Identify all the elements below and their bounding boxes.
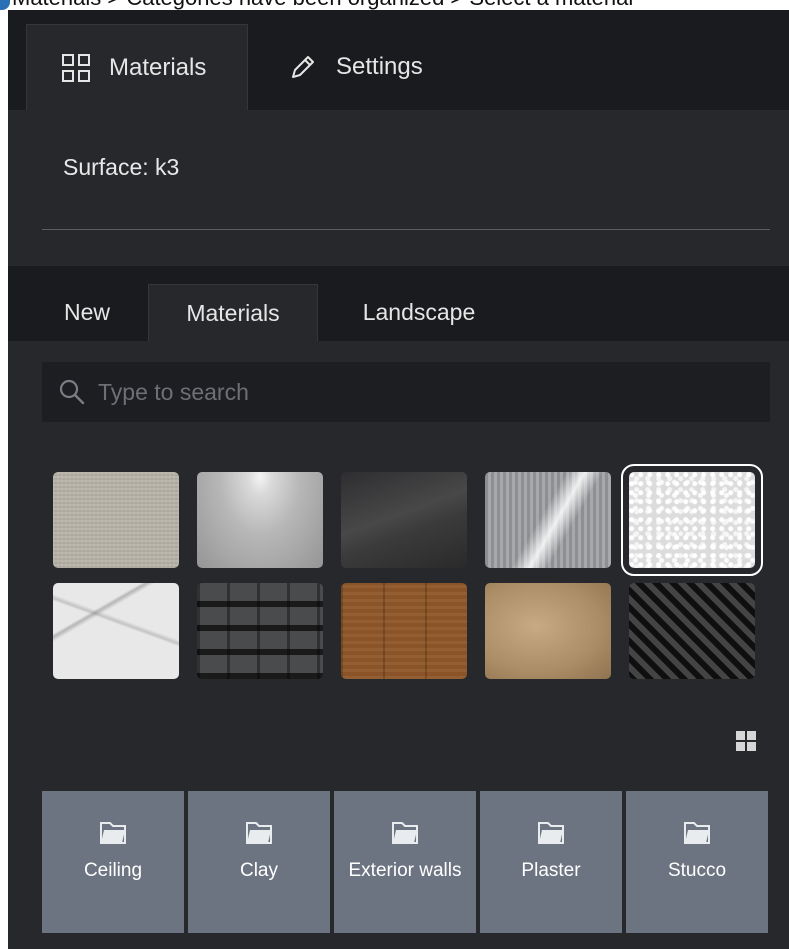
surface-label: Surface: k3 — [63, 154, 180, 180]
swatch-roof-tiles[interactable] — [197, 583, 323, 679]
swatch-white-stucco[interactable] — [621, 464, 763, 576]
folder-icon — [538, 822, 564, 844]
category-label: Ceiling — [83, 860, 143, 881]
folder-icon — [246, 822, 272, 844]
tab-materials-label: Materials — [109, 53, 207, 81]
search-box — [42, 362, 770, 422]
swatch-linen[interactable] — [53, 472, 179, 568]
search-input[interactable] — [98, 378, 738, 406]
materials-content: Ceiling Clay Exterior walls Plaster — [8, 341, 789, 949]
category-label: Clay — [239, 860, 278, 881]
category-label: Plaster — [521, 860, 581, 881]
category-label: Stucco — [667, 860, 727, 881]
swatch-dark-pattern[interactable] — [629, 583, 755, 679]
swatch-dark-gloss[interactable] — [341, 472, 467, 568]
category-ceiling[interactable]: Ceiling — [42, 791, 184, 933]
swatch-wood[interactable] — [341, 583, 467, 679]
pencil-icon — [286, 50, 320, 84]
surface-section: Surface: k3 — [8, 110, 789, 266]
grid-icon — [59, 51, 93, 85]
tab-settings[interactable]: Settings — [286, 24, 486, 110]
category-exterior-walls[interactable]: Exterior walls — [334, 791, 476, 933]
tab-new[interactable]: New — [42, 284, 132, 341]
main-tab-bar: Materials Settings — [8, 10, 789, 110]
folder-icon — [684, 822, 710, 844]
category-label: Exterior walls — [348, 860, 462, 881]
swatch-brushed-metal[interactable] — [485, 472, 611, 568]
divider — [42, 229, 770, 230]
swatch-tan-stone[interactable] — [485, 583, 611, 679]
tab-materials[interactable]: Materials — [26, 24, 248, 110]
swatch-matte-grey[interactable] — [197, 472, 323, 568]
grid-view-icon[interactable] — [734, 729, 758, 753]
window-title-strip: Materials > Categories have been organiz… — [0, 0, 789, 10]
swatch-marble[interactable] — [53, 583, 179, 679]
tab-materials-library[interactable]: Materials — [148, 284, 318, 341]
window-corner — [0, 0, 10, 10]
window-title-text: Materials > Categories have been organiz… — [12, 0, 633, 9]
category-tab-bar: New Materials Landscape — [8, 266, 789, 341]
folder-icon — [392, 822, 418, 844]
category-plaster[interactable]: Plaster — [480, 791, 622, 933]
search-icon — [58, 378, 86, 406]
category-clay[interactable]: Clay — [188, 791, 330, 933]
folder-icon — [100, 822, 126, 844]
tab-landscape[interactable]: Landscape — [334, 284, 504, 341]
category-stucco[interactable]: Stucco — [626, 791, 768, 933]
materials-panel: Materials Settings Surface: k3 New Mater… — [8, 10, 789, 949]
tab-settings-label: Settings — [336, 53, 423, 80]
